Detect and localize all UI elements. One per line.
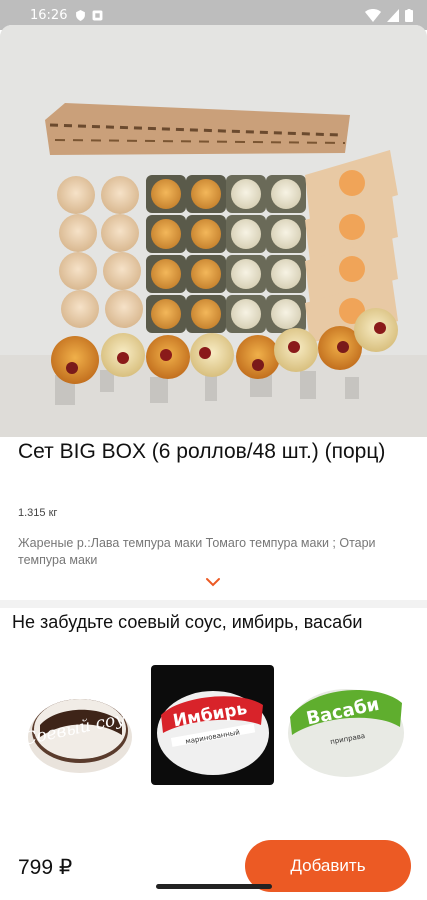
extras-list: Соевый соус Имбирь маринованный Васаби п… <box>18 665 427 785</box>
product-weight: 1.315 кг <box>18 507 58 519</box>
product-title: Сет BIG BOX (6 роллов/48 шт.) (порц) <box>18 440 386 463</box>
chevron-down-icon[interactable] <box>205 577 221 587</box>
soy-sauce-image: Соевый соус <box>18 665 141 785</box>
signal-icon <box>387 8 399 22</box>
product-card-ginger[interactable]: Имбирь маринованный <box>151 665 274 785</box>
section-divider <box>0 600 427 608</box>
product-sheet: Сет BIG BOX (6 роллов/48 шт.) (порц) 1.3… <box>0 25 427 900</box>
wifi-icon <box>365 8 381 22</box>
product-price: 799 ₽ <box>18 856 73 879</box>
shield-icon <box>76 9 86 21</box>
extras-title: Не забудьте соевый соус, имбирь, васаби <box>12 612 363 632</box>
ginger-image: Имбирь маринованный <box>151 665 274 785</box>
product-card-soy-sauce[interactable]: Соевый соус <box>18 665 141 785</box>
product-image[interactable] <box>0 25 427 437</box>
home-indicator[interactable] <box>156 884 272 889</box>
wasabi-image: Васаби приправа <box>284 665 407 785</box>
sushi-set-illustration <box>0 25 427 437</box>
product-card-wasabi[interactable]: Васаби приправа <box>284 665 407 785</box>
notification-icon <box>93 10 103 20</box>
product-description: Жареные р.:Лава темпура маки Томаго темп… <box>18 536 376 567</box>
battery-icon <box>405 8 413 22</box>
status-time: 16:26 <box>30 7 68 23</box>
